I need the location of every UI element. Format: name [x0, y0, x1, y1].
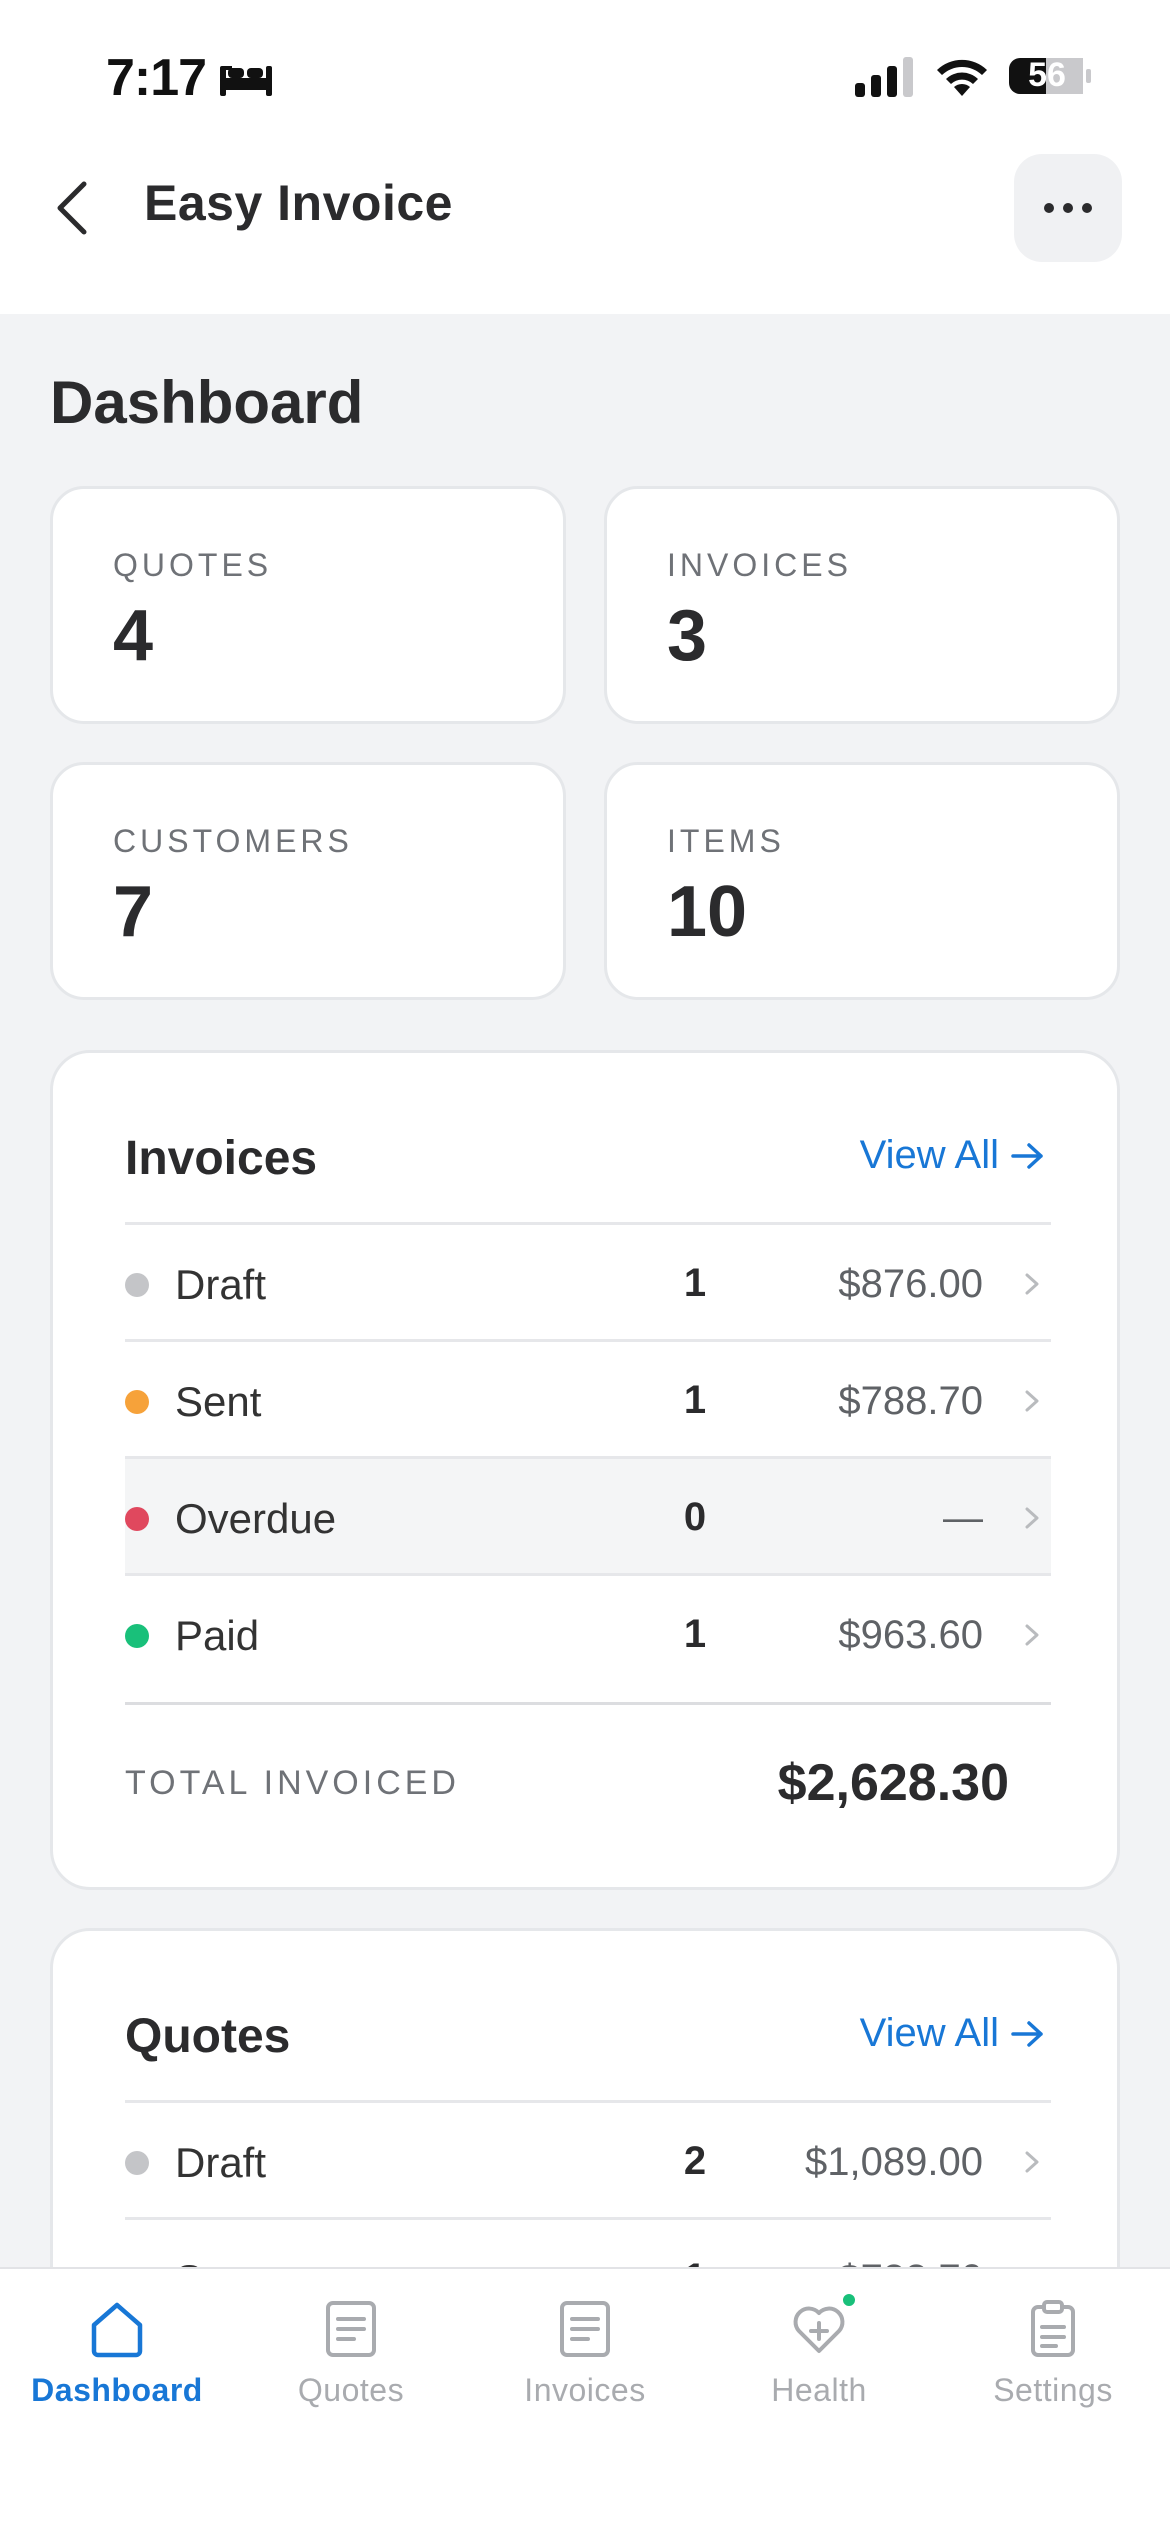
- navigation-header: Easy Invoice: [0, 150, 1170, 314]
- stat-value: 3: [667, 596, 708, 676]
- invoice-row-draft[interactable]: Draft 1 $876.00: [125, 1222, 1051, 1339]
- total-divider: [125, 1702, 1051, 1705]
- row-count: 0: [683, 1495, 707, 1539]
- stat-card-items[interactable]: ITEMS 10: [604, 762, 1120, 1000]
- tab-label: Settings: [993, 2372, 1113, 2408]
- document-icon: [326, 2301, 376, 2357]
- invoices-view-all-link[interactable]: View All: [860, 1133, 1045, 1178]
- invoice-status-list: Draft 1 $876.00 Sent 1 $788.70 Overdue 0…: [125, 1222, 1051, 1690]
- row-count: 1: [683, 1378, 707, 1422]
- back-chevron-icon[interactable]: [50, 178, 94, 238]
- stat-card-customers[interactable]: CUSTOMERS 7: [50, 762, 566, 1000]
- stat-label: INVOICES: [667, 547, 852, 583]
- stat-label: QUOTES: [113, 547, 273, 583]
- chevron-right-icon: [1025, 1390, 1039, 1412]
- tab-label: Dashboard: [31, 2372, 203, 2408]
- bottom-tab-bar: Dashboard Quotes Invoices Health Setting…: [0, 2267, 1170, 2532]
- total-invoiced-value: $2,628.30: [777, 1754, 1009, 1812]
- row-label: Draft: [175, 1261, 267, 1308]
- row-label: Paid: [175, 1612, 260, 1659]
- row-label: Sent: [175, 1378, 262, 1425]
- page-title: Dashboard: [50, 369, 364, 436]
- stat-label: CUSTOMERS: [113, 823, 353, 859]
- section-title: Quotes: [125, 2010, 291, 2063]
- chevron-right-icon: [1025, 1273, 1039, 1295]
- home-icon: [91, 2302, 143, 2358]
- more-dots-icon: [1044, 203, 1054, 213]
- invoice-row-paid[interactable]: Paid 1 $963.60: [125, 1573, 1051, 1690]
- cellular-signal-icon: [855, 57, 913, 97]
- clipboard-icon: [1031, 2300, 1075, 2357]
- tab-label: Quotes: [297, 2372, 405, 2408]
- status-dot: [125, 1624, 149, 1648]
- stat-value: 4: [113, 596, 154, 676]
- chevron-right-icon: [1025, 1624, 1039, 1646]
- tab-dashboard[interactable]: Dashboard: [0, 2269, 234, 2439]
- tab-invoices[interactable]: Invoices: [468, 2269, 702, 2439]
- document-icon: [560, 2301, 610, 2357]
- arrow-right-icon: [1011, 2020, 1043, 2047]
- health-notification-badge: [840, 2291, 858, 2309]
- status-dot: [125, 2151, 149, 2175]
- row-count: 2: [683, 2139, 707, 2183]
- tab-quotes[interactable]: Quotes: [234, 2269, 468, 2439]
- invoice-row-overdue[interactable]: Overdue 0 —: [125, 1456, 1051, 1573]
- row-amount: —: [943, 1496, 983, 1540]
- battery-level: 56: [1028, 56, 1066, 94]
- row-amount: $876.00: [838, 1262, 983, 1306]
- tab-settings[interactable]: Settings: [936, 2269, 1170, 2439]
- row-amount: $788.70: [838, 1379, 983, 1423]
- tab-label: Health: [771, 2372, 867, 2408]
- status-dot: [125, 1507, 149, 1531]
- section-title: Invoices: [125, 1132, 318, 1185]
- chevron-right-icon: [1025, 1507, 1039, 1529]
- stat-value: 7: [113, 872, 154, 952]
- status-bar: 7:17 56: [0, 0, 1170, 150]
- app-title: Easy Invoice: [144, 175, 453, 231]
- tab-label: Invoices: [524, 2372, 646, 2408]
- tab-health[interactable]: Health: [702, 2269, 936, 2439]
- row-label: Overdue: [175, 1495, 337, 1542]
- row-count: 1: [683, 1612, 707, 1656]
- stat-label: ITEMS: [667, 823, 785, 859]
- chevron-right-icon: [1025, 2151, 1039, 2173]
- sleep-mode-icon: [220, 66, 272, 96]
- stat-card-invoices[interactable]: INVOICES 3: [604, 486, 1120, 724]
- heart-plus-icon: [793, 2306, 845, 2353]
- row-amount: $963.60: [838, 1613, 983, 1657]
- quotes-view-all-link[interactable]: View All: [860, 2011, 1045, 2056]
- more-options-button[interactable]: [1014, 154, 1122, 262]
- total-invoiced-label: TOTAL INVOICED: [125, 1764, 460, 1802]
- stat-card-quotes[interactable]: QUOTES 4: [50, 486, 566, 724]
- status-dot: [125, 1390, 149, 1414]
- invoices-summary-card: Invoices View All Draft 1 $876.00 Sent 1…: [50, 1050, 1120, 1890]
- invoice-row-sent[interactable]: Sent 1 $788.70: [125, 1339, 1051, 1456]
- status-dot: [125, 1273, 149, 1297]
- row-label: Draft: [175, 2139, 267, 2186]
- stat-value: 10: [667, 872, 748, 952]
- row-amount: $1,089.00: [805, 2140, 983, 2184]
- quote-row-draft[interactable]: Draft 2 $1,089.00: [125, 2100, 1051, 2217]
- wifi-icon: [937, 59, 987, 96]
- status-time: 7:17: [106, 49, 207, 107]
- row-count: 1: [683, 1261, 707, 1305]
- arrow-right-icon: [1011, 1142, 1043, 1169]
